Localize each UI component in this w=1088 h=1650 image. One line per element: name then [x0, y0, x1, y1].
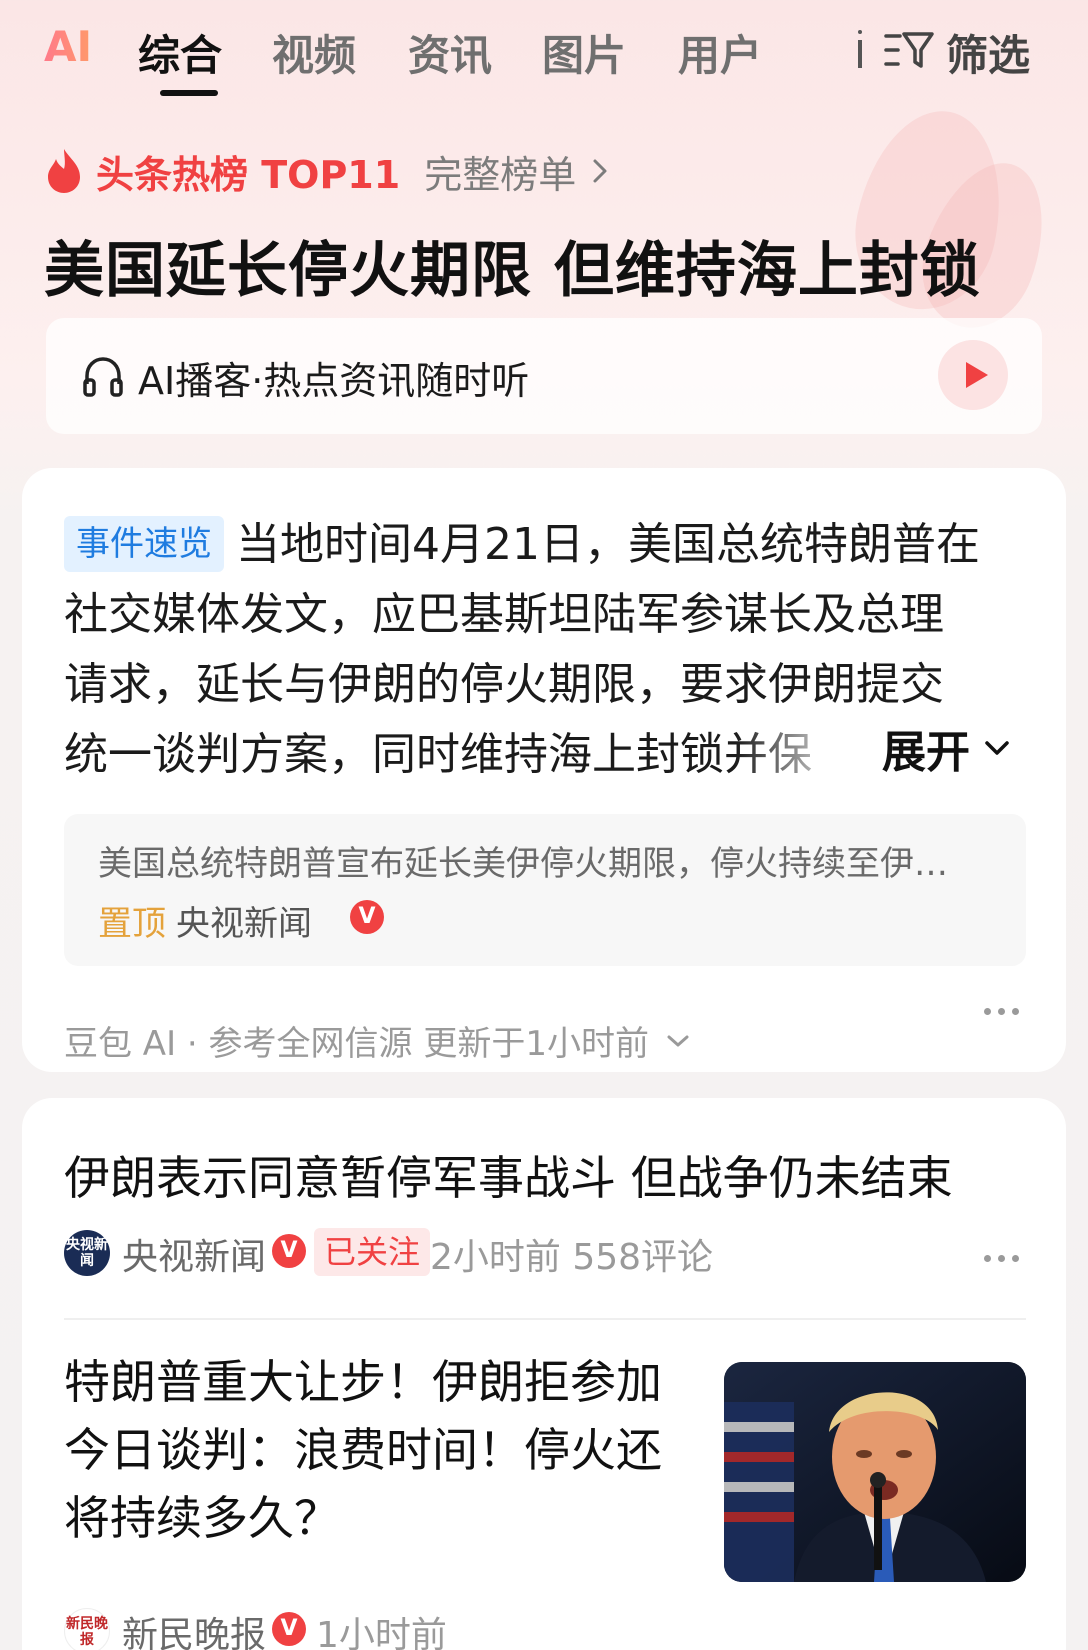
source-name: 央视新闻 — [176, 904, 312, 944]
more-options-icon[interactable] — [984, 1255, 1020, 1265]
tab-video[interactable]: 视频 — [272, 22, 356, 83]
tab-ai[interactable]: AI — [44, 22, 92, 71]
article-source[interactable]: 央视新闻 — [122, 1228, 266, 1280]
ai-podcast-bar[interactable]: AI播客·热点资讯随时听 — [46, 318, 1042, 434]
podcast-label: AI播客·热点资讯随时听 — [138, 359, 530, 403]
followed-badge: 已关注 — [314, 1228, 431, 1276]
ai-source-meta[interactable]: 豆包 AI · 参考全网信源 更新于1小时前 — [64, 1016, 691, 1065]
tab-news[interactable]: 资讯 — [408, 22, 492, 83]
article-list: 伊朗表示同意暂停军事战斗 但战争仍未结束 央视新闻 央视新闻 V 已关注 2小时… — [22, 1098, 1066, 1650]
chevron-right-icon — [593, 159, 607, 183]
source-summary: 美国总统特朗普宣布延长美伊停火期限，停火持续至伊… — [98, 844, 948, 884]
chevron-down-icon — [667, 1035, 689, 1046]
chevron-down-icon — [985, 741, 1009, 755]
summary-line: 当地时间4月21日，美国总统特朗普在 — [236, 519, 980, 570]
avatar[interactable]: 央视新闻 — [64, 1230, 110, 1276]
article-source[interactable]: 新民晚报 — [122, 1606, 266, 1650]
filter-button[interactable]: 筛选 — [946, 22, 1030, 83]
summary-line: 统一谈判方案，同时维持海上封锁并保 — [64, 729, 812, 780]
tab-comprehensive[interactable]: 综合 — [138, 22, 222, 83]
event-summary-card: 事件速览 当地时间4月21日，美国总统特朗普在 社交媒体发文，应巴基斯坦陆军参谋长… — [22, 468, 1066, 1072]
pinned-tag: 置顶 — [98, 904, 166, 944]
speaker-photo-image — [724, 1362, 1026, 1582]
article-thumbnail[interactable] — [724, 1362, 1026, 1582]
divider — [64, 1318, 1026, 1320]
verified-badge-icon: V — [272, 1234, 306, 1268]
article-title[interactable]: 伊朗表示同意暂停军事战斗 但战争仍未结束 — [64, 1142, 953, 1208]
tab-users[interactable]: 用户 — [678, 22, 762, 83]
article-meta: 1小时前 — [316, 1615, 447, 1650]
article-title[interactable]: 特朗普重大让步！伊朗拒参加今日谈判：浪费时间！停火还将持续多久？ — [64, 1348, 664, 1552]
hot-list-header[interactable]: 头条热榜 TOP11 完整榜单 — [44, 144, 610, 199]
expand-button[interactable]: 展开 — [882, 716, 1010, 780]
tab-images[interactable]: 图片 — [542, 22, 626, 83]
event-summary-tag: 事件速览 — [64, 516, 224, 572]
filter-icon[interactable] — [884, 28, 934, 72]
search-tab-bar: AI 综合 视频 资讯 图片 用户 筛选 — [0, 0, 1088, 100]
hot-headline[interactable]: 美国延长停火期限 但维持海上封锁 — [44, 222, 981, 309]
hot-list-title: 头条热榜 TOP11 — [96, 152, 401, 197]
avatar[interactable]: 新民晚报 — [64, 1608, 110, 1650]
full-list-link[interactable]: 完整榜单 — [424, 144, 576, 199]
ai-source-meta-text: 豆包 AI · 参考全网信源 更新于1小时前 — [64, 1024, 649, 1064]
active-tab-indicator — [160, 90, 218, 96]
article-meta: 2小时前 558评论 — [430, 1237, 714, 1278]
more-options-icon[interactable] — [984, 1008, 1020, 1018]
play-button[interactable] — [938, 340, 1008, 410]
verified-badge-icon: V — [272, 1612, 306, 1646]
summary-line: 社交媒体发文，应巴基斯坦陆军参谋长及总理 — [64, 589, 944, 640]
summary-line: 请求，延长与伊朗的停火期限，要求伊朗提交 — [64, 659, 944, 710]
fire-icon — [48, 149, 80, 193]
tab-divider — [858, 30, 862, 68]
event-summary-text[interactable]: 事件速览 当地时间4月21日，美国总统特朗普在 社交媒体发文，应巴基斯坦陆军参谋长… — [64, 510, 1024, 811]
verified-badge-icon: V — [350, 900, 384, 934]
pinned-source[interactable]: 美国总统特朗普宣布延长美伊停火期限，停火持续至伊… 置顶 央视新闻 V — [64, 814, 1026, 966]
expand-label: 展开 — [882, 727, 970, 778]
headphone-icon — [83, 357, 123, 397]
